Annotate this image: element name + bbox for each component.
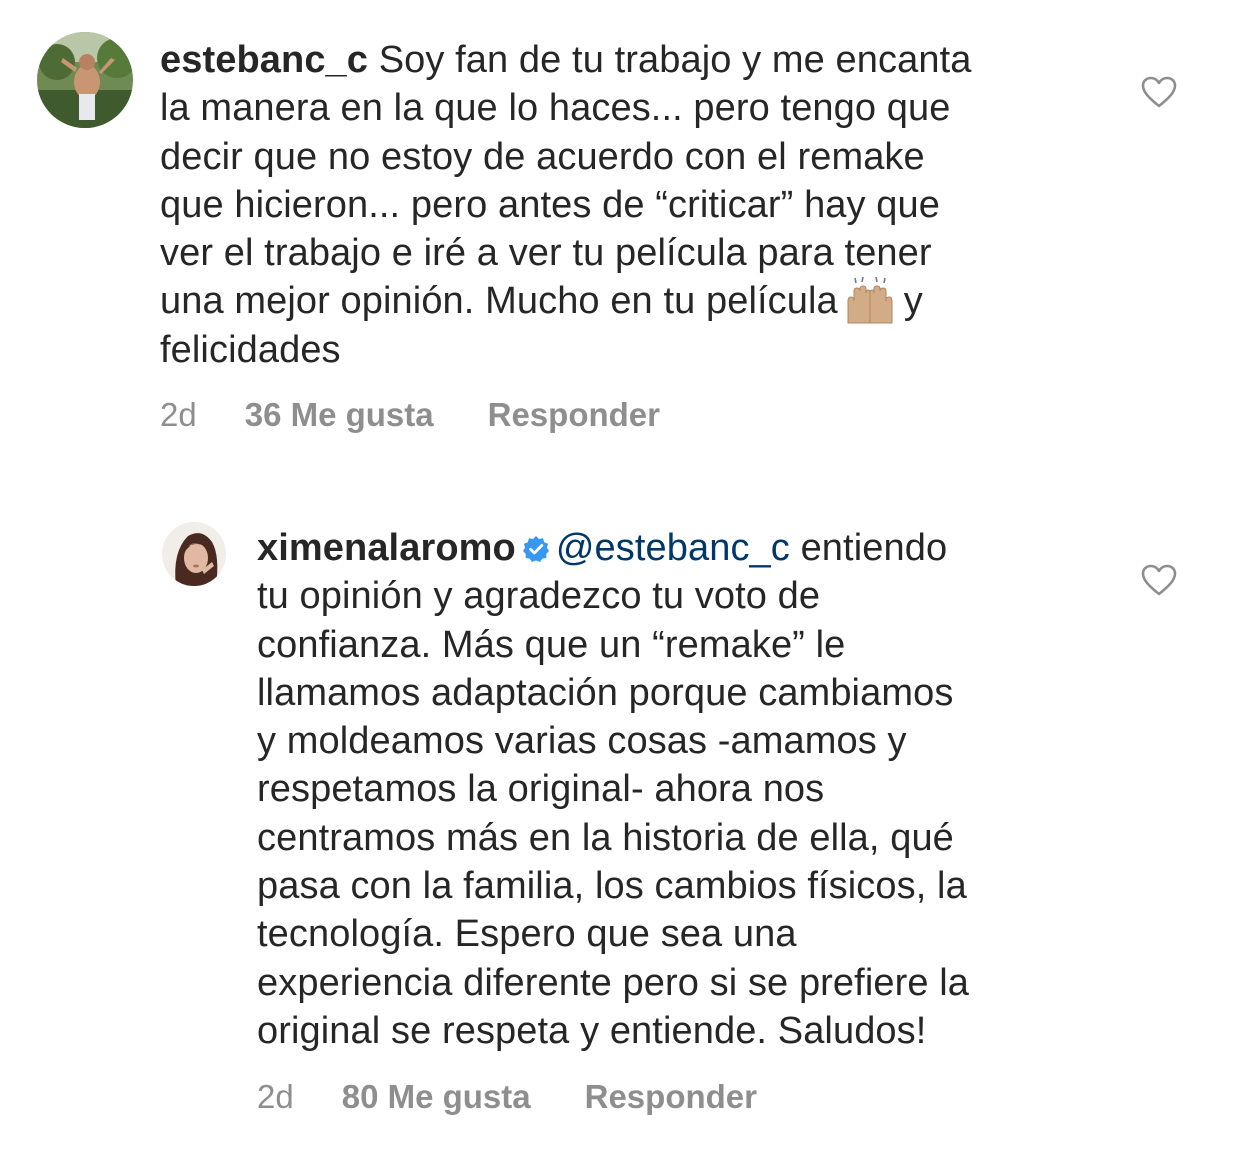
heart-outline-icon[interactable] — [1141, 564, 1177, 596]
comment-meta: 2d 36 Me gusta Responder — [160, 396, 660, 434]
comment-text-line: tu opinión y agradezco tu voto de — [257, 575, 821, 618]
comment-text: estebanc_c Soy fan de tu trabajo y me en… — [160, 36, 971, 374]
comment-text-line: llamamos adaptación porque cambiamos — [257, 671, 954, 714]
comment-text-line: una mejor opinión. Mucho en tu película — [160, 280, 838, 323]
like-count[interactable]: 36 Me gusta — [245, 396, 434, 434]
comment-text-line: y moldeamos varias cosas -amamos y — [257, 720, 907, 763]
comment-timestamp: 2d — [257, 1078, 294, 1115]
comment-text-line: respetamos la original- ahora nos — [257, 768, 825, 811]
comment-text-line: entiendo — [800, 527, 948, 569]
comment-timestamp: 2d — [160, 396, 197, 433]
avatar[interactable] — [37, 32, 133, 128]
comment-text-line: decir que no estoy de acuerdo con el rem… — [160, 135, 925, 178]
comment-text-line: felicidades — [160, 328, 341, 371]
comment-text-line: experiencia diferente pero si se prefier… — [257, 961, 970, 1004]
comment-text-line: la manera en la que lo haces... pero ten… — [160, 87, 951, 130]
like-count[interactable]: 80 Me gusta — [342, 1078, 531, 1116]
comment-username[interactable]: ximenalaromo — [257, 527, 516, 569]
mention-link[interactable]: @estebanc_c — [556, 527, 790, 569]
comment-text-line: centramos más en la historia de ella, qu… — [257, 816, 954, 859]
verified-badge-icon — [522, 527, 550, 562]
comment-item: estebanc_c Soy fan de tu trabajo y me en… — [0, 0, 1242, 470]
comment-text: ximenalaromo @estebanc_c entiendo tu opi… — [257, 524, 969, 1055]
comment-text-line: tecnología. Espero que sea una — [257, 913, 797, 956]
reply-button[interactable]: Responder — [585, 1078, 757, 1116]
comment-text-line: ver el trabajo e iré a ver tu película p… — [160, 232, 932, 275]
comment-text-line: pasa con la familia, los cambios físicos… — [257, 865, 967, 908]
comment-text-line: Soy fan de tu trabajo y me encanta — [378, 39, 972, 81]
comment-username[interactable]: estebanc_c — [160, 39, 368, 81]
heart-outline-icon[interactable] — [1141, 76, 1177, 108]
comment-meta: 2d 80 Me gusta Responder — [257, 1078, 757, 1116]
avatar[interactable] — [162, 522, 226, 586]
comment-text-line: original se respeta y entiende. Saludos! — [257, 1009, 927, 1052]
comment-item: ximenalaromo @estebanc_c entiendo tu opi… — [0, 470, 1242, 1152]
raising-hands-emoji — [842, 277, 898, 325]
comment-text-line: que hicieron... pero antes de “criticar”… — [160, 183, 940, 226]
comment-text-fragment: y — [903, 280, 923, 323]
comment-text-line: confianza. Más que un “remake” le — [257, 623, 846, 666]
reply-button[interactable]: Responder — [488, 396, 660, 434]
